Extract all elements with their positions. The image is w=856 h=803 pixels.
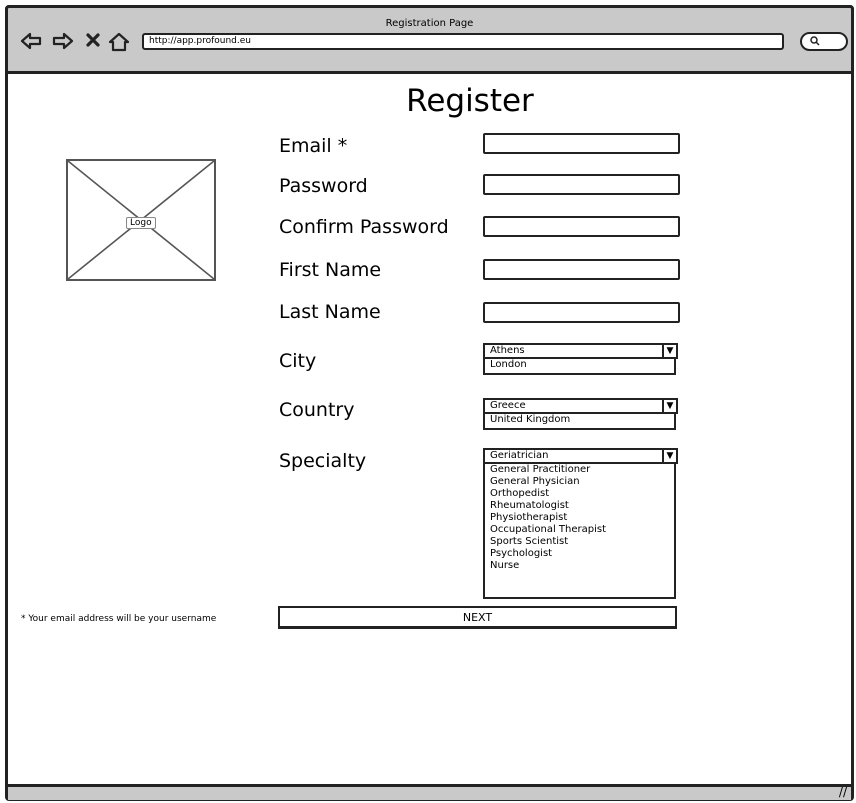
specialty-option[interactable]: Psychologist: [490, 548, 674, 560]
status-bar: //: [8, 784, 851, 800]
country-option[interactable]: United Kingdom: [490, 414, 674, 426]
city-select[interactable]: Athens ▼: [483, 343, 678, 359]
country-options: United Kingdom: [483, 414, 676, 430]
resize-grip-icon[interactable]: //: [839, 785, 847, 799]
search-icon: [810, 36, 820, 49]
specialty-option[interactable]: Physiotherapist: [490, 512, 674, 524]
confirm-password-label: Confirm Password: [279, 216, 449, 238]
email-label: Email *: [279, 135, 348, 157]
logo-placeholder: Logo: [66, 159, 216, 281]
close-icon[interactable]: [85, 32, 101, 48]
first-name-label: First Name: [279, 259, 382, 281]
email-field[interactable]: [483, 133, 680, 154]
browser-window: [5, 5, 854, 801]
specialty-option[interactable]: Rheumatologist: [490, 500, 674, 512]
first-name-field[interactable]: [483, 259, 680, 280]
back-arrow-icon[interactable]: [20, 32, 42, 50]
city-label: City: [279, 350, 317, 372]
country-select[interactable]: Greece ▼: [483, 398, 678, 414]
window-title: Registration Page: [385, 18, 474, 29]
chevron-down-icon[interactable]: ▼: [662, 343, 678, 359]
search-box[interactable]: [800, 32, 848, 51]
specialty-options: General Practitioner General Physician O…: [483, 464, 676, 599]
forward-arrow-icon[interactable]: [52, 32, 74, 50]
page-title: Register: [406, 83, 534, 119]
city-selected-value: Athens: [490, 345, 525, 356]
username-footnote: * Your email address will be your userna…: [21, 614, 217, 624]
country-label: Country: [279, 399, 355, 421]
specialty-option[interactable]: Nurse: [490, 560, 674, 572]
city-options: London: [483, 359, 676, 375]
specialty-label: Specialty: [279, 450, 367, 472]
specialty-selected-value: Geriatrician: [490, 450, 549, 461]
specialty-option[interactable]: General Physician: [490, 476, 674, 488]
specialty-select[interactable]: Geriatrician ▼: [483, 448, 678, 464]
specialty-option[interactable]: Occupational Therapist: [490, 524, 674, 536]
home-icon[interactable]: [108, 32, 130, 52]
specialty-option[interactable]: Sports Scientist: [490, 536, 674, 548]
password-field[interactable]: [483, 174, 680, 195]
last-name-label: Last Name: [279, 301, 381, 323]
chevron-down-icon[interactable]: ▼: [662, 448, 678, 464]
logo-label: Logo: [126, 217, 156, 229]
address-bar[interactable]: http://app.profound.eu: [142, 33, 784, 50]
specialty-option[interactable]: Orthopedist: [490, 488, 674, 500]
country-selected-value: Greece: [490, 400, 526, 411]
next-button[interactable]: NEXT: [278, 606, 677, 629]
last-name-field[interactable]: [483, 302, 680, 323]
specialty-option[interactable]: General Practitioner: [490, 464, 674, 476]
chevron-down-icon[interactable]: ▼: [662, 398, 678, 414]
password-label: Password: [279, 175, 368, 197]
confirm-password-field[interactable]: [483, 216, 680, 237]
city-option[interactable]: London: [490, 359, 674, 371]
